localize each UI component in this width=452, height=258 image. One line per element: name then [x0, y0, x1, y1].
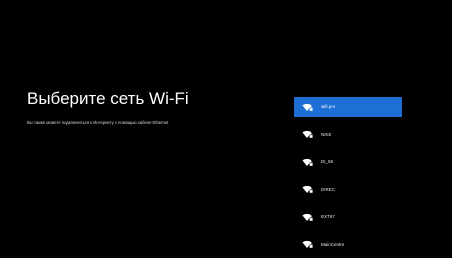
network-label: MainCentre	[321, 241, 345, 247]
page-title: Выберите сеть Wi-Fi	[27, 89, 189, 108]
intro-panel: Выберите сеть Wi-Fi Вы также можете подк…	[27, 88, 277, 127]
network-item-di-58[interactable]: DI_58	[294, 152, 402, 172]
network-item-wifi-pro[interactable]: wifi.pro	[294, 97, 402, 117]
network-list: wifi.pro NIKE DI_58 DIREC EXT67 MainCent…	[294, 97, 402, 258]
network-label: wifi.pro	[321, 104, 336, 109]
network-label: DI_58	[321, 159, 334, 164]
wifi-lock-icon	[302, 130, 313, 139]
wifi-lock-icon	[302, 185, 313, 194]
wifi-setup-screen: Выберите сеть Wi-Fi Вы также можете подк…	[0, 0, 452, 258]
wifi-lock-icon	[302, 240, 313, 249]
wifi-lock-icon	[302, 213, 313, 222]
wifi-lock-icon	[302, 103, 313, 112]
wifi-lock-icon	[302, 158, 313, 167]
network-label: NIKE	[321, 131, 332, 137]
network-item-ext67[interactable]: EXT67	[294, 207, 402, 227]
network-item-nike[interactable]: NIKE	[294, 125, 402, 145]
network-item-maincentre[interactable]: MainCentre	[294, 235, 402, 255]
network-label: EXT67	[321, 214, 335, 219]
page-subtitle: Вы также можете подключиться к Интернету…	[27, 120, 169, 125]
network-label: DIREC	[321, 186, 336, 192]
network-item-direc[interactable]: DIREC	[294, 180, 402, 200]
